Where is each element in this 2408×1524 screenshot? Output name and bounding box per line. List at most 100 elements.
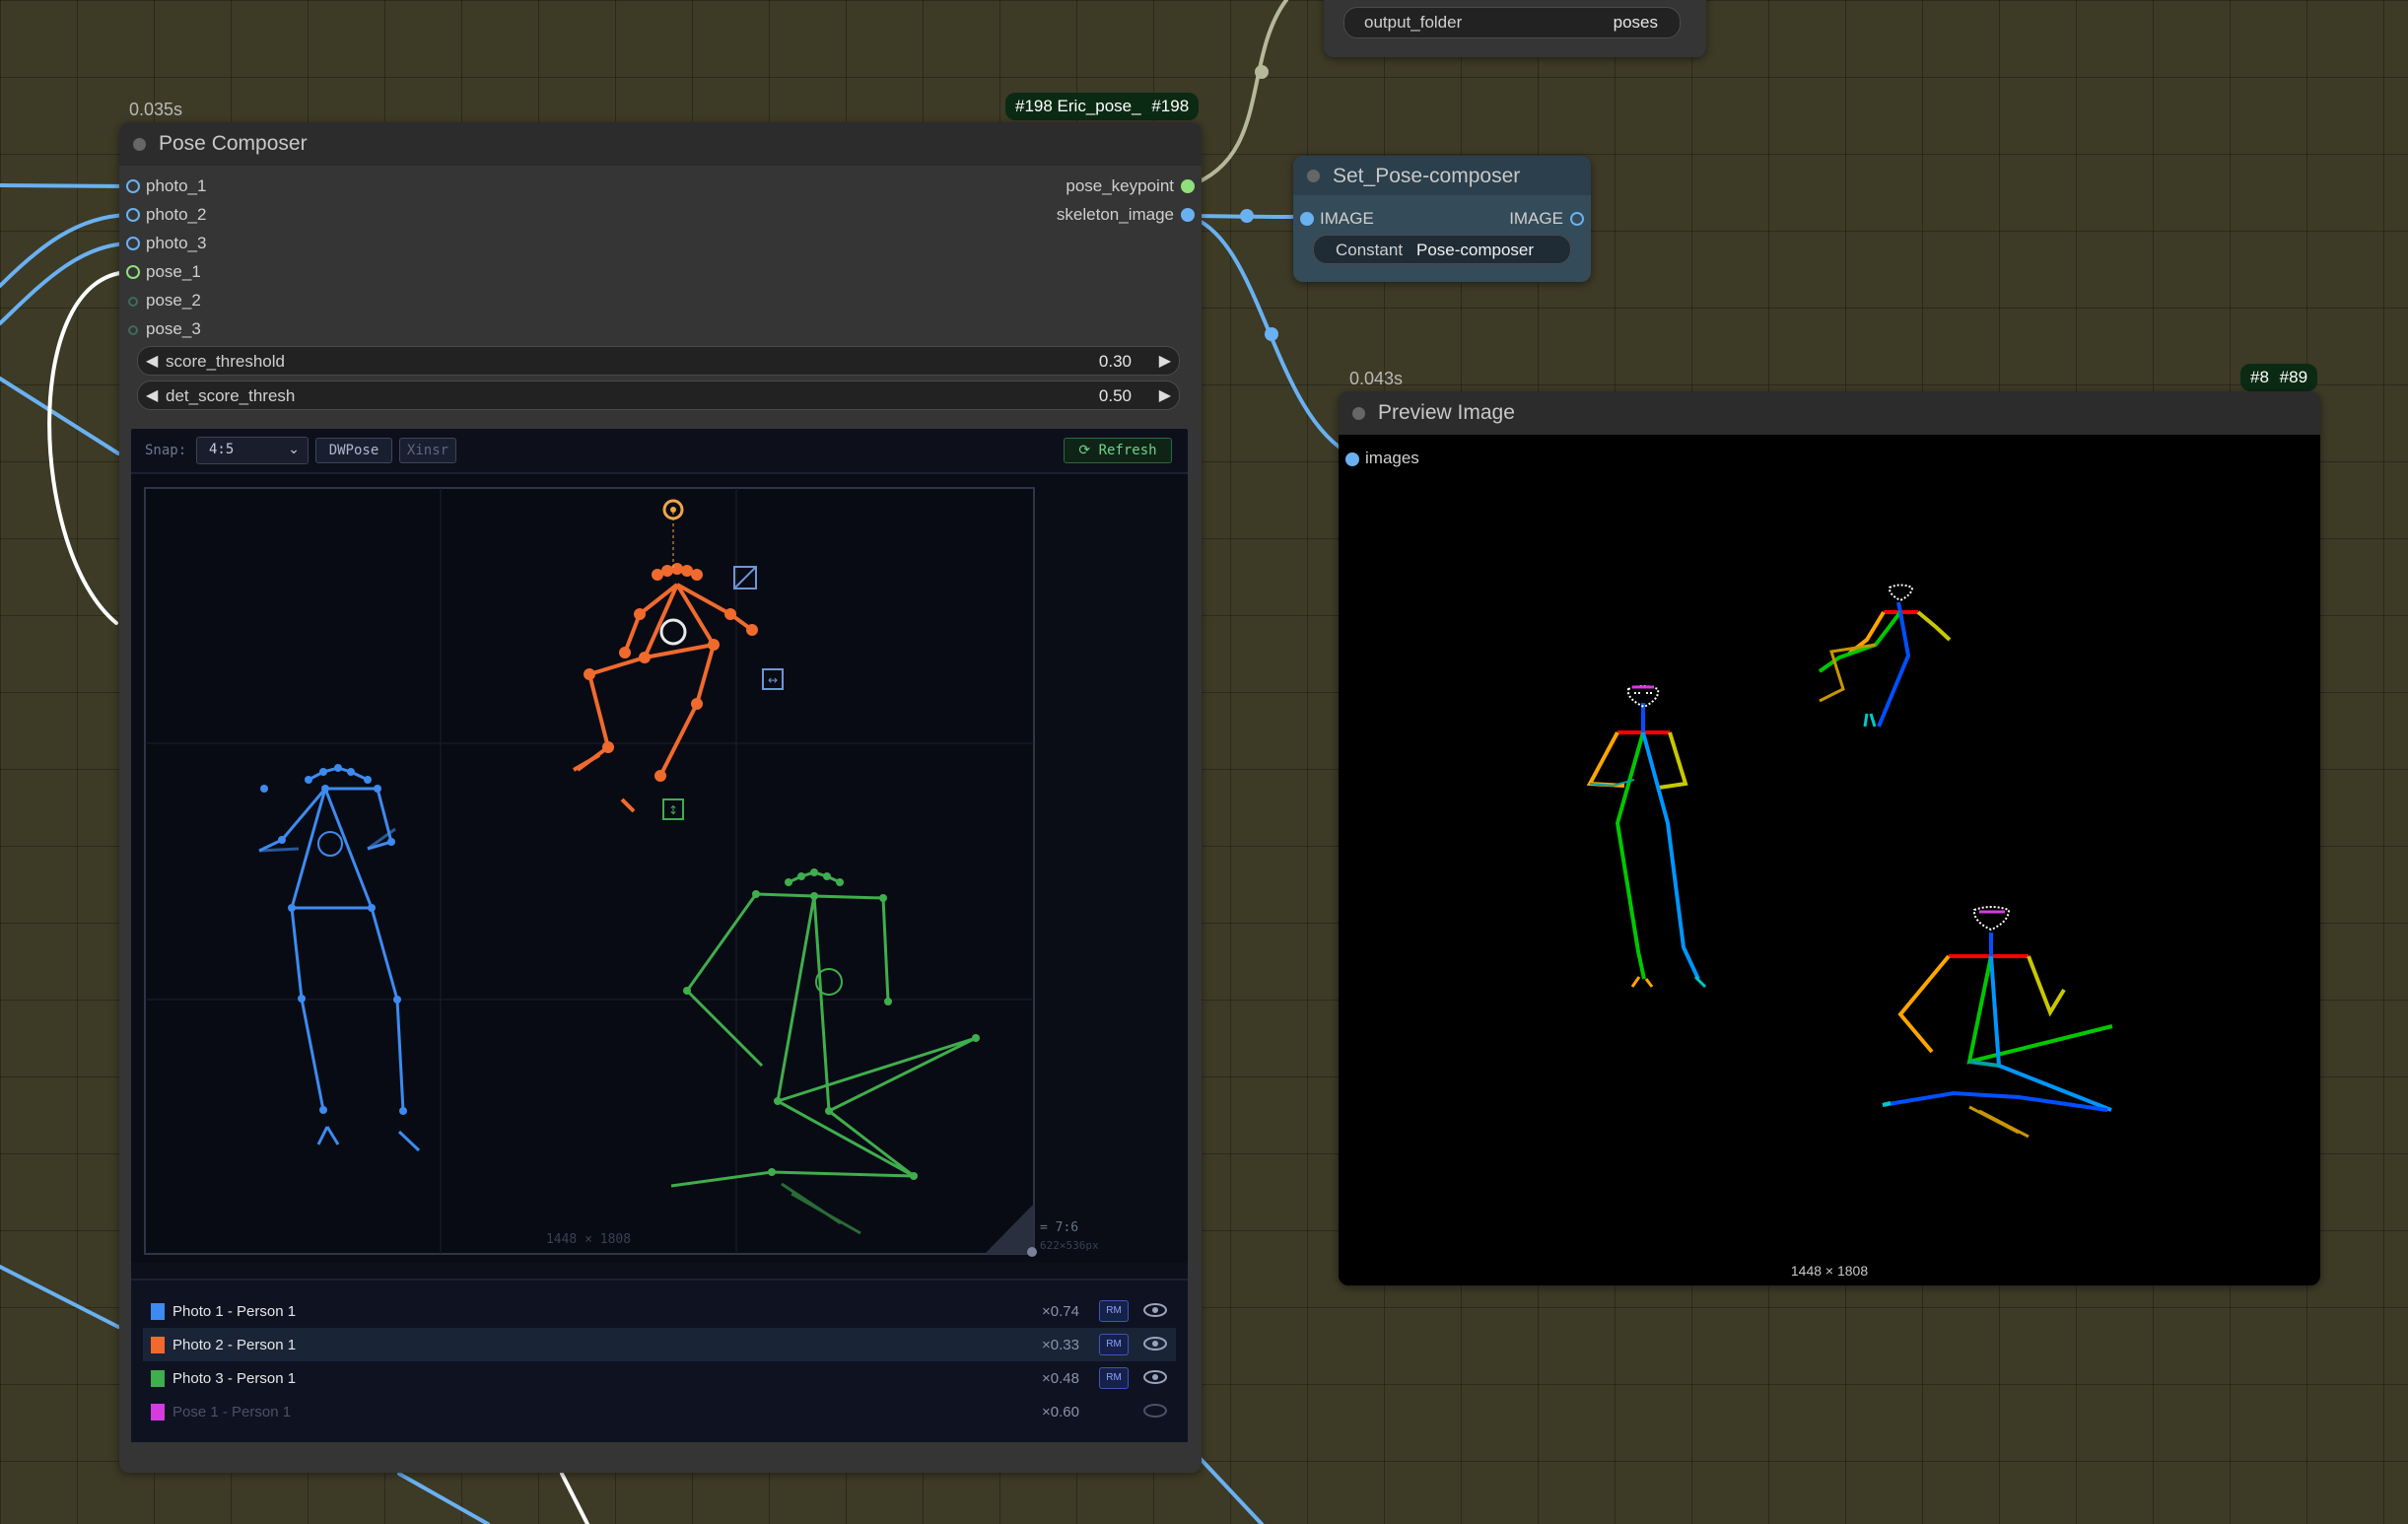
remove-layer-button[interactable]: RM <box>1099 1367 1129 1389</box>
constant-label: Constant <box>1336 241 1404 259</box>
collapse-dot[interactable] <box>1352 407 1365 420</box>
input-label-pose-1: pose_1 <box>146 262 201 281</box>
preview-figure-2 <box>1818 601 1952 727</box>
input-slot-photo-3[interactable] <box>126 237 140 250</box>
preview-badge: #8 #89 <box>2240 364 2318 391</box>
output-folder-widget[interactable]: output_folder poses <box>1343 7 1681 38</box>
input-label-image: IMAGE <box>1320 209 1374 228</box>
remove-layer-button[interactable]: RM <box>1099 1300 1129 1322</box>
link-photo-1 <box>0 183 133 188</box>
preview-figure-3 <box>1882 933 2113 1139</box>
input-slot-pose-3[interactable] <box>128 325 138 335</box>
layer-color-swatch <box>151 1303 165 1320</box>
det-score-thresh-widget[interactable]: ◀ det_score_thresh 0.50 ▶ <box>137 381 1180 410</box>
score-threshold-label: score_threshold <box>166 352 285 371</box>
canvas-size-label: 622×536px <box>1040 1239 1099 1252</box>
input-label-photo-2: photo_2 <box>146 205 207 224</box>
input-slot-pose-2[interactable] <box>128 297 138 307</box>
layers-list: Photo 1 - Person 1 ×0.74 RM Photo 2 - Pe… <box>131 1279 1188 1442</box>
preview-timing: 0.043s <box>1349 369 1404 388</box>
preview-title: Preview Image <box>1378 401 1515 424</box>
layer-name: Photo 3 - Person 1 <box>172 1370 297 1387</box>
layer-scale: ×0.74 <box>1042 1303 1079 1320</box>
pose-composer-badge: #198 Eric_pose_ #198 <box>1005 93 1200 120</box>
preview-face-2 <box>1888 584 1914 602</box>
canvas-frame <box>144 487 1035 1255</box>
layer-scale: ×0.48 <box>1042 1370 1079 1387</box>
pose-composer-titlebar[interactable]: Pose Composer <box>119 122 1202 166</box>
preview-image-node[interactable]: Preview Image images 1448 × 1808 <box>1339 391 2320 1285</box>
reroute-dot-blue-2 <box>1265 327 1278 341</box>
input-slot-pose-1[interactable] <box>126 265 140 279</box>
link-pose-keypoint <box>1186 0 1288 188</box>
link-photo-extra <box>0 377 120 455</box>
set-node-title: Set_Pose-composer <box>1333 165 1521 187</box>
layer-scale: ×0.60 <box>1042 1404 1079 1420</box>
snap-select-value: 4:5 <box>209 442 235 457</box>
collapse-dot[interactable] <box>1307 170 1320 182</box>
layer-name: Pose 1 - Person 1 <box>172 1404 292 1420</box>
preview-figure-1 <box>1586 703 1707 989</box>
input-label-pose-3: pose_3 <box>146 319 201 338</box>
output-label-pose-keypoint: pose_keypoint <box>1066 176 1174 195</box>
snap-label: Snap: <box>145 443 187 458</box>
canvas-dimension-label: 1448 × 1808 <box>546 1232 631 1247</box>
pose-editor-panel: Snap: 4:5 ⌄ DWPose Xinsr ⟳ Refresh ↔ ↕ 1… <box>131 429 1188 1442</box>
xinsr-button[interactable]: Xinsr <box>399 438 456 463</box>
link-photo-3 <box>0 242 133 325</box>
pose-canvas[interactable]: ↔ ↕ 1448 × 1808 = 7:6 622×536px <box>131 474 1188 1263</box>
link-bottom-left <box>0 1265 120 1329</box>
pose-composer-badge-label: #198 Eric_pose_ <box>1015 97 1141 115</box>
layer-color-swatch <box>151 1337 165 1353</box>
increment-arrow-icon[interactable]: ▶ <box>1159 385 1171 405</box>
constant-value: Pose-composer <box>1416 241 1535 259</box>
resize-handle <box>1027 1247 1037 1257</box>
input-slot-image[interactable] <box>1300 212 1314 226</box>
layer-name: Photo 2 - Person 1 <box>172 1337 297 1353</box>
svg-text:↕: ↕ <box>668 803 678 817</box>
collapse-dot[interactable] <box>133 138 146 151</box>
reroute-dot-gray <box>1255 65 1269 79</box>
preview-image-area: images 1448 × 1808 <box>1339 435 2320 1285</box>
output-folder-value: poses <box>1613 13 1658 32</box>
output-label-skeleton-image: skeleton_image <box>1056 205 1174 224</box>
eye-hidden-icon[interactable] <box>1142 1401 1168 1420</box>
set-node-titlebar[interactable]: Set_Pose-composer <box>1293 156 1591 195</box>
det-score-thresh-label: det_score_thresh <box>166 386 296 405</box>
snap-select[interactable]: 4:5 ⌄ <box>196 437 309 464</box>
link-bottom-white <box>560 1472 589 1524</box>
eye-icon[interactable] <box>1142 1334 1168 1353</box>
remove-layer-button[interactable]: RM <box>1099 1334 1129 1355</box>
preview-dimension-label: 1448 × 1808 <box>1791 1263 1868 1279</box>
layer-row-pose-1[interactable]: Pose 1 - Person 1 ×0.60 <box>131 1395 1188 1428</box>
link-bottom-right <box>1199 1457 1264 1524</box>
preview-skeleton-image: 1448 × 1808 <box>1586 584 2113 1279</box>
decrement-arrow-icon[interactable]: ◀ <box>146 351 158 371</box>
increment-arrow-icon[interactable]: ▶ <box>1159 351 1171 371</box>
preview-titlebar[interactable]: Preview Image <box>1339 391 2320 435</box>
input-slot-photo-1[interactable] <box>126 179 140 193</box>
pose-composer-title: Pose Composer <box>159 132 308 155</box>
output-slot-skeleton-image[interactable] <box>1181 208 1195 222</box>
chevron-down-icon: ⌄ <box>288 441 300 456</box>
pose-composer-node[interactable]: Pose Composer photo_1 photo_2 photo_3 po… <box>119 122 1202 1473</box>
constant-widget[interactable]: Constant Pose-composer <box>1313 235 1571 264</box>
refresh-button[interactable]: ⟳ Refresh <box>1064 438 1172 463</box>
set-pose-composer-node[interactable]: Set_Pose-composer IMAGE IMAGE Constant P… <box>1293 156 1591 282</box>
output-slot-image[interactable] <box>1570 212 1584 226</box>
output-slot-pose-keypoint[interactable] <box>1181 179 1195 193</box>
eye-icon[interactable] <box>1142 1367 1168 1387</box>
eye-icon[interactable] <box>1142 1300 1168 1320</box>
dwpose-button[interactable]: DWPose <box>315 438 392 463</box>
pose-composer-timing: 0.035s <box>129 100 183 119</box>
input-slot-photo-2[interactable] <box>126 208 140 222</box>
score-threshold-widget[interactable]: ◀ score_threshold 0.30 ▶ <box>137 346 1180 376</box>
decrement-arrow-icon[interactable]: ◀ <box>146 385 158 405</box>
layer-color-swatch <box>151 1404 165 1420</box>
layer-row-photo-2[interactable]: Photo 2 - Person 1 ×0.33 RM <box>143 1328 1176 1361</box>
layer-row-photo-3[interactable]: Photo 3 - Person 1 ×0.48 RM <box>131 1361 1188 1395</box>
input-label-pose-2: pose_2 <box>146 291 201 310</box>
layer-row-photo-1[interactable]: Photo 1 - Person 1 ×0.74 RM <box>131 1294 1188 1328</box>
link-bottom-mid <box>397 1472 490 1524</box>
input-label-photo-3: photo_3 <box>146 234 207 252</box>
